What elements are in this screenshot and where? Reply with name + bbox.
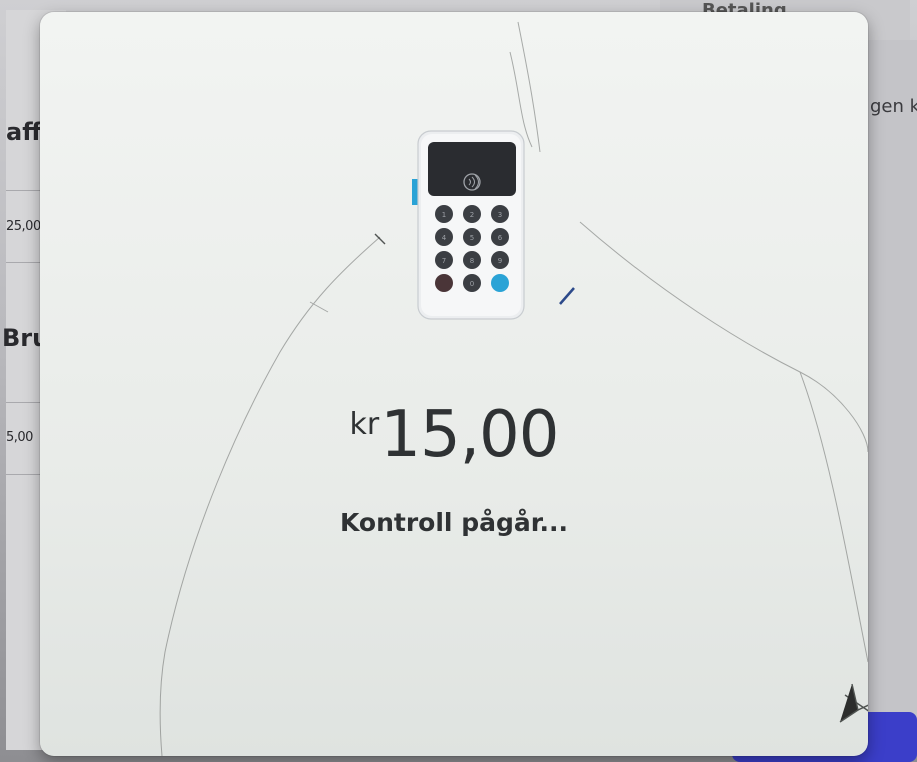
currency-label: kr: [349, 407, 380, 442]
svg-text:4: 4: [442, 234, 447, 242]
payment-modal: 1 2 3 4 5 6 7 8 9 0 kr15,00 Kontroll pågår...: [40, 12, 868, 756]
card-reader-icon: 1 2 3 4 5 6 7 8 9 0: [412, 130, 525, 320]
svg-text:8: 8: [470, 257, 474, 265]
svg-text:1: 1: [442, 211, 446, 219]
screen-crack-lines: [159, 21, 868, 756]
product-price: 5,00: [6, 430, 33, 445]
svg-text:7: 7: [442, 257, 446, 265]
svg-text:6: 6: [498, 234, 503, 242]
svg-text:0: 0: [470, 280, 474, 288]
svg-text:5: 5: [470, 234, 474, 242]
svg-text:3: 3: [498, 211, 502, 219]
product-price: 25,00: [6, 219, 41, 234]
payment-amount: kr15,00: [40, 398, 868, 472]
svg-text:2: 2: [470, 211, 474, 219]
svg-text:9: 9: [498, 257, 502, 265]
payment-status: Kontroll pågår...: [340, 508, 568, 537]
amount-value: 15,00: [380, 398, 559, 472]
background-right-text: gen k: [870, 96, 917, 117]
